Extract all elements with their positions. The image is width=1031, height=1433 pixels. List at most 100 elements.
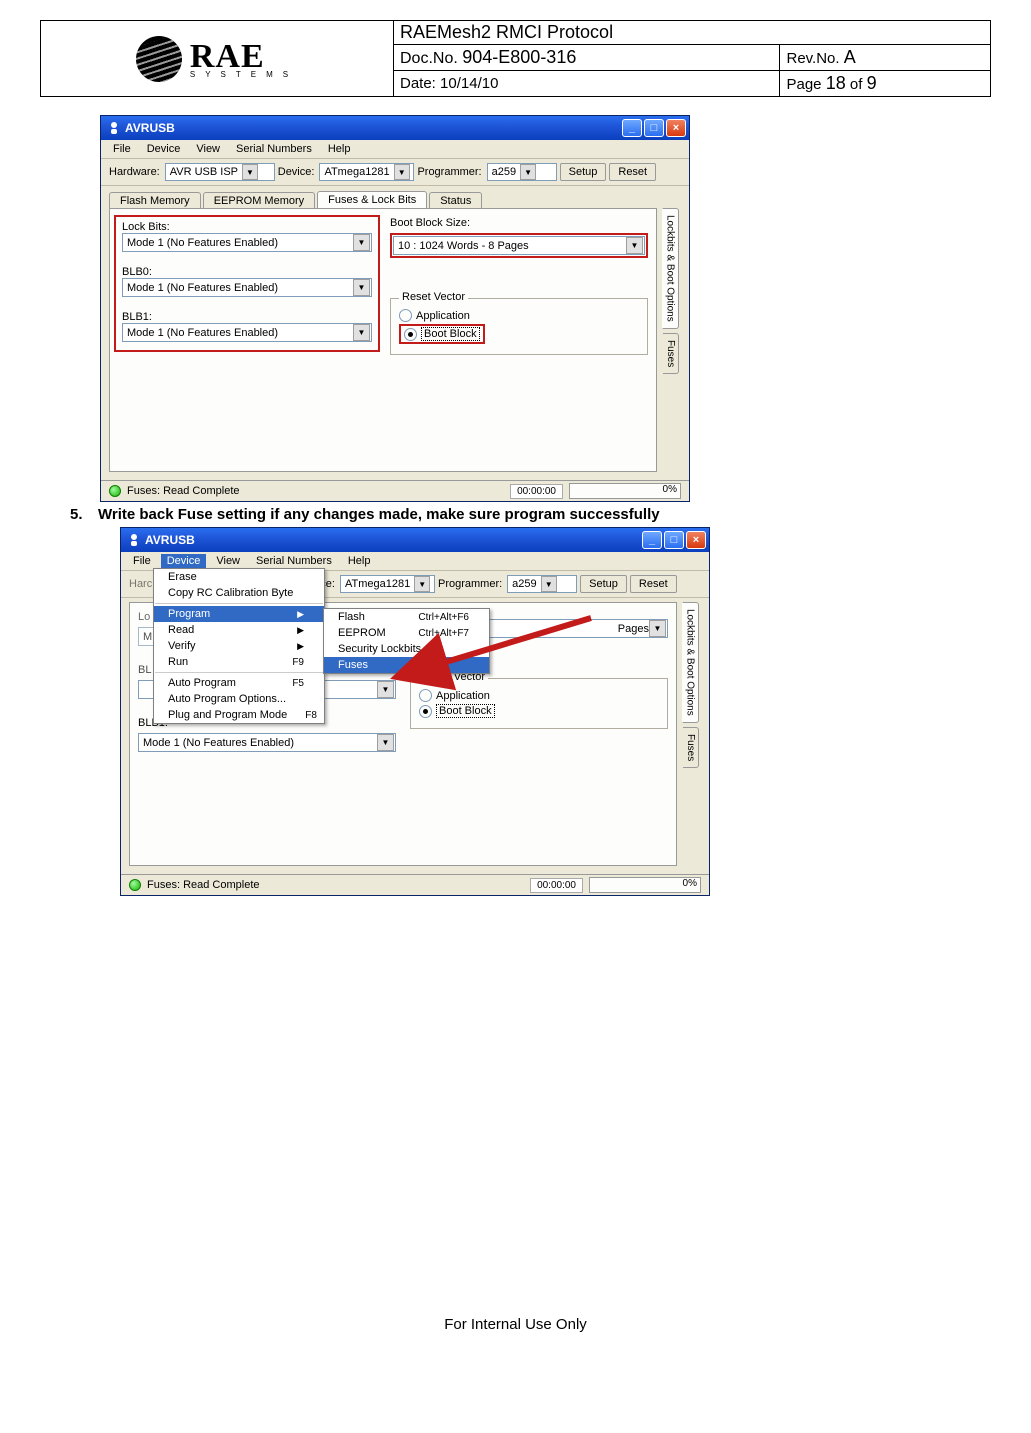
- side-tab-fuses[interactable]: Fuses: [683, 727, 699, 768]
- close-button[interactable]: ×: [666, 119, 686, 137]
- chevron-down-icon: ▼: [649, 620, 666, 637]
- page-cell: Page 18 of 9: [780, 71, 991, 97]
- reset-button[interactable]: Reset: [630, 575, 677, 593]
- radio-application-label: Application: [436, 690, 490, 702]
- blb1-value: Mode 1 (No Features Enabled): [143, 737, 294, 749]
- side-tab-lockbits[interactable]: Lockbits & Boot Options: [682, 602, 699, 723]
- hardware-value: AVR USB ISP: [170, 166, 238, 178]
- titlebar[interactable]: AVRUSB _ □ ×: [101, 116, 689, 140]
- programmer-combo[interactable]: a259 ▼: [487, 163, 557, 181]
- progress-bar: 0%: [569, 483, 681, 499]
- blb1-label: BLB1:: [122, 311, 372, 323]
- footer-text: For Internal Use Only: [40, 1316, 991, 1333]
- minimize-button[interactable]: _: [642, 531, 662, 549]
- blb0-label: BLB0:: [122, 266, 372, 278]
- hardware-label: Harc: [129, 578, 152, 590]
- side-tab-lockbits[interactable]: Lockbits & Boot Options: [662, 208, 679, 329]
- lockbits-value: Mode 1 (No Features Enabled): [127, 237, 278, 249]
- device-combo[interactable]: ATmega1281 ▼: [340, 575, 435, 593]
- reset-vector-legend: Reset Vector: [399, 291, 468, 303]
- menu-item-program[interactable]: Program▶: [154, 606, 324, 622]
- programmer-label: Programmer:: [438, 578, 502, 590]
- hardware-combo[interactable]: AVR USB ISP ▼: [165, 163, 275, 181]
- status-time: 00:00:00: [510, 484, 563, 499]
- device-combo[interactable]: ATmega1281▼: [319, 163, 414, 181]
- device-value: ATmega1281: [345, 578, 410, 590]
- radio-application[interactable]: [399, 309, 412, 322]
- setup-button[interactable]: Setup: [560, 163, 607, 181]
- menu-help[interactable]: Help: [342, 554, 377, 568]
- fuses-panel: Lock Bits: Mode 1 (No Features Enabled)▼…: [109, 208, 657, 472]
- radio-application[interactable]: [419, 689, 432, 702]
- maximize-button[interactable]: □: [644, 119, 664, 137]
- menu-file[interactable]: File: [107, 142, 137, 156]
- menu-item-auto-program[interactable]: Auto ProgramF5: [154, 675, 324, 691]
- blb1-combo[interactable]: Mode 1 (No Features Enabled)▼: [138, 733, 396, 752]
- docno-label: Doc.No.: [400, 50, 458, 67]
- logo-sub: SYSTEMS: [190, 70, 298, 79]
- chevron-down-icon: ▼: [520, 164, 536, 180]
- menu-serial-numbers[interactable]: Serial Numbers: [250, 554, 338, 568]
- chevron-down-icon: ▼: [626, 237, 643, 254]
- doc-title: RAEMesh2 RMCI Protocol: [394, 21, 991, 45]
- step-5-number: 5.: [70, 506, 88, 523]
- status-led-icon: [129, 879, 141, 891]
- chevron-down-icon: ▼: [242, 164, 258, 180]
- radio-boot-block-label: Boot Block: [436, 704, 495, 718]
- menu-item-copy-rc[interactable]: Copy RC Calibration Byte: [154, 585, 324, 601]
- status-text: Fuses: Read Complete: [127, 485, 240, 497]
- bootblock-combo[interactable]: 10 : 1024 Words - 8 Pages▼: [393, 236, 645, 255]
- window-title: AVRUSB: [125, 121, 175, 135]
- lockbits-combo[interactable]: Mode 1 (No Features Enabled)▼: [122, 233, 372, 252]
- menu-item-auto-program-options[interactable]: Auto Program Options...: [154, 691, 324, 707]
- doc-header-table: RAE SYSTEMS RAEMesh2 RMCI Protocol Doc.N…: [40, 20, 991, 97]
- reset-button[interactable]: Reset: [609, 163, 656, 181]
- minimize-button[interactable]: _: [622, 119, 642, 137]
- menu-item-erase[interactable]: Erase: [154, 569, 324, 585]
- menu-view[interactable]: View: [190, 142, 226, 156]
- programmer-value: a259: [512, 578, 536, 590]
- tab-fuses-lock-bits[interactable]: Fuses & Lock Bits: [317, 191, 427, 209]
- menu-item-verify[interactable]: Verify▶: [154, 638, 324, 654]
- maximize-button[interactable]: □: [664, 531, 684, 549]
- radio-boot-block[interactable]: [419, 705, 432, 718]
- tab-flash-memory[interactable]: Flash Memory: [109, 192, 201, 209]
- menu-item-run[interactable]: RunF9: [154, 654, 324, 670]
- blb1-combo[interactable]: Mode 1 (No Features Enabled)▼: [122, 323, 372, 342]
- programmer-value: a259: [492, 166, 516, 178]
- menu-view[interactable]: View: [210, 554, 246, 568]
- menu-item-read[interactable]: Read▶: [154, 622, 324, 638]
- menu-device[interactable]: Device: [141, 142, 187, 156]
- menu-serial-numbers[interactable]: Serial Numbers: [230, 142, 318, 156]
- tab-eeprom-memory[interactable]: EEPROM Memory: [203, 192, 315, 209]
- logo-cell: RAE SYSTEMS: [41, 21, 394, 97]
- date-value: 10/14/10: [440, 75, 498, 92]
- bootblock-highlight: 10 : 1024 Words - 8 Pages▼: [390, 233, 648, 258]
- hardware-label: Hardware:: [109, 166, 160, 178]
- submenu-arrow-icon: ▶: [297, 641, 304, 652]
- menu-device[interactable]: Device: [161, 554, 207, 568]
- app-icon: [127, 533, 141, 547]
- blb0-combo[interactable]: Mode 1 (No Features Enabled)▼: [122, 278, 372, 297]
- lockbits-highlight-frame: Lock Bits: Mode 1 (No Features Enabled)▼…: [114, 215, 380, 352]
- chevron-down-icon: ▼: [414, 576, 430, 592]
- setup-button[interactable]: Setup: [580, 575, 627, 593]
- progress-pct: 0%: [683, 878, 697, 889]
- side-tab-fuses[interactable]: Fuses: [663, 333, 679, 374]
- reset-vector-fieldset: Reset Vector Application Boot Block: [390, 298, 648, 355]
- device-value: ATmega1281: [324, 166, 389, 178]
- menu-item-plug-program[interactable]: Plug and Program ModeF8: [154, 707, 324, 723]
- menu-help[interactable]: Help: [322, 142, 357, 156]
- lockbits-label: Lock Bits:: [122, 221, 372, 233]
- radio-boot-block[interactable]: [404, 328, 417, 341]
- menu-file[interactable]: File: [127, 554, 157, 568]
- tab-status[interactable]: Status: [429, 192, 482, 209]
- close-button[interactable]: ×: [686, 531, 706, 549]
- page-total: 9: [867, 73, 877, 93]
- statusbar: Fuses: Read Complete 00:00:00 0%: [101, 480, 689, 501]
- chevron-down-icon: ▼: [353, 279, 370, 296]
- programmer-combo[interactable]: a259▼: [507, 575, 577, 593]
- titlebar[interactable]: AVRUSB _ □ ×: [121, 528, 709, 552]
- chevron-down-icon: ▼: [377, 681, 394, 698]
- revno-label: Rev.No.: [786, 50, 839, 67]
